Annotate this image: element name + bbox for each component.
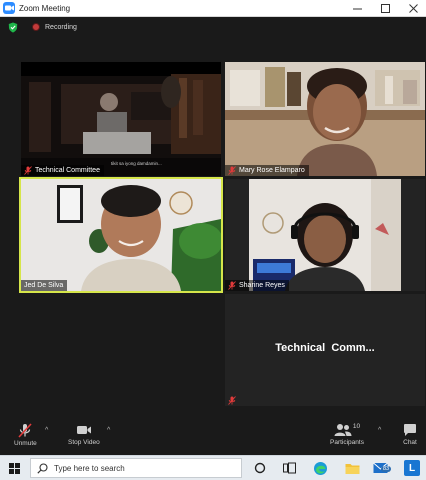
- meeting-toolbar: Unmute ^ Stop Video ^ 10 Participants ^ …: [0, 421, 426, 455]
- muted-mic-icon: [228, 166, 236, 175]
- participant-display-name: Technical Comm...: [275, 342, 375, 354]
- window-titlebar: Zoom Meeting: [0, 0, 426, 17]
- participants-icon: [334, 424, 352, 436]
- chat-bubble-icon: [404, 424, 416, 436]
- chat-label: Chat: [403, 439, 417, 446]
- video-frame: [225, 179, 425, 291]
- video-tile-jed-de-silva[interactable]: Jed De Silva: [19, 177, 223, 293]
- video-frame: [21, 179, 221, 291]
- muted-mic-icon: [24, 166, 32, 175]
- participants-button[interactable]: 10 Participants: [330, 423, 364, 446]
- video-tile-technical-committee[interactable]: tikit sa iyong damdamin... Technical Com…: [21, 62, 221, 176]
- zoom-app-icon: [3, 2, 15, 14]
- chevron-up-icon[interactable]: ^: [107, 427, 110, 434]
- participant-namebar: Sharine Reyes: [225, 280, 289, 291]
- search-placeholder: Type here to search: [54, 463, 125, 473]
- window-title: Zoom Meeting: [19, 3, 71, 13]
- recording-dot-icon: [32, 23, 40, 31]
- edge-browser-icon[interactable]: [312, 460, 328, 476]
- video-frame: [225, 62, 425, 176]
- video-subtitle: tikit sa iyong damdamin...: [111, 161, 162, 166]
- muted-mic-icon: [228, 281, 236, 290]
- video-tile-mary-rose-elamparo[interactable]: Mary Rose Elamparo: [225, 62, 425, 176]
- participants-label: Participants: [330, 439, 364, 446]
- participant-name: Jed De Silva: [24, 282, 64, 289]
- participant-namebar: [225, 395, 243, 406]
- muted-mic-icon: [228, 396, 236, 405]
- participant-namebar: Jed De Silva: [21, 280, 68, 291]
- participant-name: Technical Committee: [35, 167, 100, 174]
- minimize-icon[interactable]: [343, 0, 371, 16]
- video-frame: [21, 62, 221, 176]
- shield-icon[interactable]: [8, 22, 18, 33]
- close-icon[interactable]: [399, 0, 426, 16]
- unmute-button[interactable]: Unmute: [14, 423, 37, 447]
- maximize-icon[interactable]: [371, 0, 399, 16]
- mail-badge: 83: [381, 466, 392, 472]
- video-tile-sharine-reyes[interactable]: Sharine Reyes: [225, 179, 425, 291]
- windows-start-icon[interactable]: [9, 463, 20, 474]
- unmute-label: Unmute: [14, 440, 37, 447]
- participant-namebar: Technical Committee: [21, 165, 104, 176]
- search-icon: [37, 462, 48, 474]
- video-camera-icon: [76, 426, 91, 434]
- muted-mic-icon: [18, 423, 32, 438]
- chevron-up-icon[interactable]: ^: [45, 427, 48, 434]
- chat-button[interactable]: Chat: [403, 423, 417, 446]
- participants-count: 10: [352, 423, 361, 430]
- meeting-area: Recording tikit sa iyong damdamin... Tec…: [0, 17, 426, 421]
- meeting-topbar: Recording: [0, 17, 426, 37]
- participant-name: Sharine Reyes: [239, 282, 285, 289]
- mail-icon[interactable]: 83: [372, 460, 392, 476]
- chevron-up-icon[interactable]: ^: [378, 427, 381, 434]
- taskbar-search-input[interactable]: Type here to search: [30, 458, 242, 478]
- participant-namebar: Mary Rose Elamparo: [225, 165, 309, 176]
- stop-video-label: Stop Video: [68, 439, 100, 446]
- stop-video-button[interactable]: Stop Video: [68, 423, 100, 446]
- video-tile-technical-committee-off[interactable]: Technical Comm...: [225, 294, 425, 406]
- cortana-icon[interactable]: [252, 460, 268, 476]
- windows-taskbar: Type here to search 83 L: [0, 455, 426, 480]
- file-explorer-icon[interactable]: [344, 460, 360, 476]
- app-l-icon[interactable]: L: [404, 460, 420, 476]
- participant-name: Mary Rose Elamparo: [239, 167, 305, 174]
- task-view-icon[interactable]: [281, 460, 297, 476]
- recording-label: Recording: [45, 23, 77, 31]
